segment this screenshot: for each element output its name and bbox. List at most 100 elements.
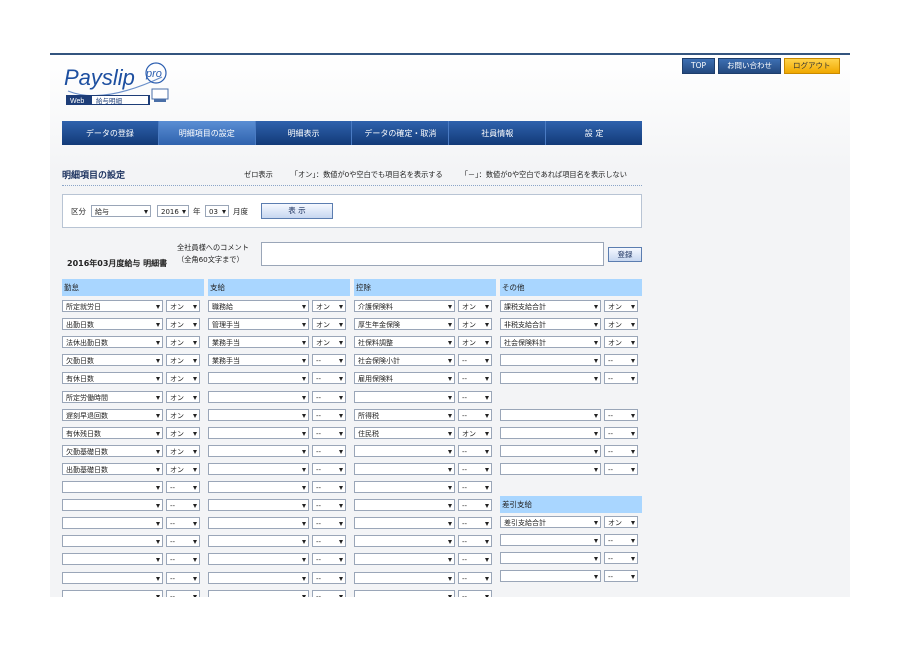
item-name-select[interactable] bbox=[354, 445, 455, 457]
item-name-select[interactable]: 所得税 bbox=[354, 409, 455, 421]
zero-display-select[interactable]: オン bbox=[604, 516, 638, 528]
zero-display-select[interactable]: オン bbox=[604, 318, 638, 330]
zero-display-select[interactable]: -- bbox=[166, 481, 200, 493]
zero-display-select[interactable]: -- bbox=[312, 572, 346, 584]
zero-display-select[interactable]: オン bbox=[166, 354, 200, 366]
item-name-select[interactable] bbox=[208, 517, 309, 529]
zero-display-select[interactable]: -- bbox=[166, 517, 200, 529]
item-name-select[interactable] bbox=[208, 427, 309, 439]
item-name-select[interactable] bbox=[62, 553, 163, 565]
item-name-select[interactable]: 有休残日数 bbox=[62, 427, 163, 439]
item-name-select[interactable] bbox=[500, 354, 601, 366]
item-name-select[interactable]: 所定就労日 bbox=[62, 300, 163, 312]
contact-link[interactable]: お問い合わせ bbox=[718, 58, 782, 74]
item-name-select[interactable]: 法休出勤日数 bbox=[62, 336, 163, 348]
zero-display-select[interactable]: -- bbox=[312, 590, 346, 597]
zero-display-select[interactable]: オン bbox=[458, 318, 492, 330]
zero-display-select[interactable]: オン bbox=[604, 300, 638, 312]
year-select[interactable]: 2016 bbox=[157, 205, 189, 217]
zero-display-select[interactable]: -- bbox=[458, 445, 492, 457]
tab-settings[interactable]: 設 定 bbox=[546, 121, 642, 145]
item-name-select[interactable]: 住民税 bbox=[354, 427, 455, 439]
zero-display-select[interactable]: -- bbox=[312, 481, 346, 493]
item-name-select[interactable] bbox=[208, 372, 309, 384]
zero-display-select[interactable]: -- bbox=[604, 534, 638, 546]
item-name-select[interactable] bbox=[208, 463, 309, 475]
item-name-select[interactable]: 非税支給合計 bbox=[500, 318, 601, 330]
zero-display-select[interactable]: -- bbox=[312, 427, 346, 439]
item-name-select[interactable] bbox=[354, 517, 455, 529]
zero-display-select[interactable]: -- bbox=[458, 499, 492, 511]
zero-display-select[interactable]: -- bbox=[458, 535, 492, 547]
item-name-select[interactable] bbox=[62, 572, 163, 584]
tab-item-settings[interactable]: 明細項目の設定 bbox=[158, 121, 256, 145]
item-name-select[interactable] bbox=[354, 499, 455, 511]
zero-display-select[interactable]: -- bbox=[458, 463, 492, 475]
item-name-select[interactable] bbox=[208, 409, 309, 421]
item-name-select[interactable] bbox=[208, 499, 309, 511]
item-name-select[interactable] bbox=[354, 535, 455, 547]
item-name-select[interactable] bbox=[354, 391, 455, 403]
zero-display-select[interactable]: -- bbox=[604, 427, 638, 439]
zero-display-select[interactable]: -- bbox=[166, 553, 200, 565]
zero-display-select[interactable]: オン bbox=[604, 336, 638, 348]
item-name-select[interactable] bbox=[500, 534, 601, 546]
item-name-select[interactable] bbox=[208, 590, 309, 597]
zero-display-select[interactable]: -- bbox=[458, 409, 492, 421]
zero-display-select[interactable]: オン bbox=[312, 300, 346, 312]
item-name-select[interactable] bbox=[500, 445, 601, 457]
zero-display-select[interactable]: オン bbox=[166, 445, 200, 457]
item-name-select[interactable]: 有休日数 bbox=[62, 372, 163, 384]
zero-display-select[interactable]: -- bbox=[604, 552, 638, 564]
comment-textarea[interactable] bbox=[261, 242, 604, 266]
zero-display-select[interactable]: -- bbox=[166, 499, 200, 511]
zero-display-select[interactable]: オン bbox=[166, 463, 200, 475]
zero-display-select[interactable]: オン bbox=[166, 318, 200, 330]
zero-display-select[interactable]: -- bbox=[604, 354, 638, 366]
zero-display-select[interactable]: オン bbox=[166, 372, 200, 384]
tab-confirm-cancel[interactable]: データの確定・取消 bbox=[352, 121, 450, 145]
item-name-select[interactable] bbox=[208, 445, 309, 457]
zero-display-select[interactable]: オン bbox=[166, 300, 200, 312]
zero-display-select[interactable]: -- bbox=[604, 570, 638, 582]
item-name-select[interactable]: 業務手当 bbox=[208, 336, 309, 348]
item-name-select[interactable] bbox=[500, 409, 601, 421]
zero-display-select[interactable]: -- bbox=[604, 445, 638, 457]
item-name-select[interactable] bbox=[62, 499, 163, 511]
item-name-select[interactable] bbox=[62, 481, 163, 493]
zero-display-select[interactable]: -- bbox=[604, 463, 638, 475]
show-button[interactable]: 表 示 bbox=[261, 203, 333, 219]
tab-data-register[interactable]: データの登録 bbox=[62, 121, 159, 145]
zero-display-select[interactable]: -- bbox=[458, 372, 492, 384]
tab-statement-view[interactable]: 明細表示 bbox=[255, 121, 353, 145]
zero-display-select[interactable]: オン bbox=[458, 427, 492, 439]
item-name-select[interactable] bbox=[208, 553, 309, 565]
item-name-select[interactable]: 厚生年金保険 bbox=[354, 318, 455, 330]
top-link[interactable]: TOP bbox=[682, 58, 716, 74]
zero-display-select[interactable]: -- bbox=[458, 391, 492, 403]
item-name-select[interactable]: 業務手当 bbox=[208, 354, 309, 366]
item-name-select[interactable] bbox=[62, 517, 163, 529]
zero-display-select[interactable]: -- bbox=[312, 463, 346, 475]
item-name-select[interactable]: 出勤基礎日数 bbox=[62, 463, 163, 475]
zero-display-select[interactable]: -- bbox=[458, 354, 492, 366]
zero-display-select[interactable]: -- bbox=[604, 372, 638, 384]
zero-display-select[interactable]: -- bbox=[312, 354, 346, 366]
zero-display-select[interactable]: オン bbox=[458, 336, 492, 348]
item-name-select[interactable]: 遅刻早退回数 bbox=[62, 409, 163, 421]
zero-display-select[interactable]: -- bbox=[458, 517, 492, 529]
item-name-select[interactable] bbox=[354, 481, 455, 493]
item-name-select[interactable] bbox=[354, 463, 455, 475]
zero-display-select[interactable]: オン bbox=[166, 409, 200, 421]
item-name-select[interactable] bbox=[208, 391, 309, 403]
zero-display-select[interactable]: -- bbox=[458, 481, 492, 493]
item-name-select[interactable]: 所定労働時間 bbox=[62, 391, 163, 403]
item-name-select[interactable] bbox=[354, 553, 455, 565]
item-name-select[interactable] bbox=[208, 535, 309, 547]
item-name-select[interactable]: 介護保険料 bbox=[354, 300, 455, 312]
item-name-select[interactable] bbox=[62, 590, 163, 597]
zero-display-select[interactable]: -- bbox=[458, 572, 492, 584]
zero-display-select[interactable]: オン bbox=[458, 300, 492, 312]
item-name-select[interactable] bbox=[208, 481, 309, 493]
zero-display-select[interactable]: -- bbox=[312, 445, 346, 457]
